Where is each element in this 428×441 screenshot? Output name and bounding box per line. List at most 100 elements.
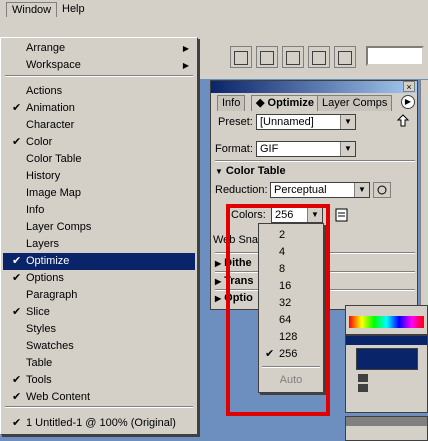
checkmark-icon: ✔	[12, 306, 22, 318]
align-left-button[interactable]	[230, 46, 252, 68]
menu-separator	[5, 75, 193, 77]
tab-layer-comps[interactable]: Layer Comps	[317, 95, 393, 111]
format-label: Format:	[215, 143, 253, 155]
menu-item-label: Image Map	[26, 187, 82, 199]
menu-item-label: Workspace	[26, 59, 81, 71]
optimize-menu-icon[interactable]	[395, 113, 411, 129]
tab-optimize-label: Optimize	[267, 97, 314, 109]
menu-item-label: Color	[26, 136, 53, 148]
reduction-value: Perceptual	[274, 184, 327, 196]
selected-row[interactable]	[356, 348, 418, 370]
checkmark-icon: ✔	[12, 136, 22, 148]
panel-titlebar[interactable]	[211, 81, 417, 93]
checkmark-icon: ✔	[12, 272, 22, 284]
menu-help[interactable]: Help	[57, 2, 90, 17]
collapse-icon: ▶	[215, 294, 222, 303]
checkmark-icon: ✔	[12, 102, 22, 114]
submenu-arrow-icon: ▶	[182, 44, 189, 53]
distribute-icon	[312, 51, 326, 65]
close-icon[interactable]: ×	[403, 81, 415, 92]
app-menubar: Window Help	[0, 0, 428, 20]
expand-icon: ▼	[215, 167, 223, 176]
menu-item-image-map[interactable]: Image Map	[3, 185, 195, 202]
reduction-option-button[interactable]	[373, 182, 391, 198]
align-center-button[interactable]	[256, 46, 278, 68]
preset-select[interactable]: [Unnamed] ▼	[256, 114, 356, 130]
menu-item-label: Tools	[26, 374, 52, 386]
menu-window[interactable]: Window	[6, 2, 58, 17]
colors-info-icon[interactable]	[335, 207, 349, 223]
checkmark-icon: ✔	[12, 255, 22, 267]
menu-item-optimize[interactable]: ✔ Optimize	[3, 253, 195, 270]
menu-item-swatches[interactable]: Swatches	[3, 338, 195, 355]
bottom-panel	[345, 416, 428, 441]
color-ramp[interactable]	[349, 316, 424, 328]
menu-item-label: Options	[26, 272, 64, 284]
menu-item-label: History	[26, 170, 61, 182]
preset-label: Preset:	[218, 116, 253, 128]
distribute-button[interactable]	[308, 46, 330, 68]
web-content-panel	[345, 335, 428, 413]
mini-titlebar	[346, 336, 427, 345]
menu-item-workspace[interactable]: Workspace ▶	[3, 57, 195, 74]
tab-optimize[interactable]: ◆ Optimize	[251, 95, 319, 111]
checkmark-icon: ✔	[12, 374, 22, 386]
menu-item-label: Paragraph	[26, 289, 78, 301]
menu-item-label: Actions	[26, 85, 63, 97]
menu-item-styles[interactable]: Styles	[3, 321, 195, 338]
menu-item-label: Info	[26, 204, 45, 216]
menu-item-label: 1 Untitled-1 @ 100% (Original)	[26, 417, 176, 429]
mini-titlebar	[346, 417, 427, 426]
submenu-arrow-icon: ▶	[182, 61, 189, 70]
active-tab-icon: ◆	[256, 97, 265, 109]
tab-info[interactable]: Info	[217, 95, 246, 111]
menu-item-web-content[interactable]: ✔ Web Content	[3, 389, 195, 406]
menu-item-label: Styles	[26, 323, 56, 335]
menu-item-actions[interactable]: Actions	[3, 83, 195, 100]
menu-item-color[interactable]: ✔ Color	[3, 134, 195, 151]
reduction-select[interactable]: Perceptual ▼	[270, 182, 370, 198]
panel-menu-icon[interactable]: ▶	[401, 95, 415, 109]
menu-item-label: Web Content	[26, 391, 91, 403]
color-table-header[interactable]: ▼ Color Table	[215, 165, 286, 177]
distribute-icon	[338, 51, 352, 65]
collapse-icon: ▶	[215, 277, 222, 286]
menu-item-label: Table	[26, 357, 53, 369]
menu-item-label: Color Table	[26, 153, 82, 165]
align-icon	[286, 51, 300, 65]
menu-item-info[interactable]: Info	[3, 202, 195, 219]
align-right-button[interactable]	[282, 46, 304, 68]
align-icon	[260, 51, 274, 65]
menu-item-history[interactable]: History	[3, 168, 195, 185]
checkmark-icon: ✔	[12, 391, 22, 403]
chevron-down-icon: ▼	[340, 115, 355, 129]
menu-item-layers[interactable]: Layers	[3, 236, 195, 253]
menu-item-options[interactable]: ✔ Options	[3, 270, 195, 287]
format-select[interactable]: GIF ▼	[256, 141, 356, 157]
menu-item-label: Character	[26, 119, 75, 131]
menu-item-label: Layers	[26, 238, 60, 250]
menu-item-paragraph[interactable]: Paragraph	[3, 287, 195, 304]
menu-item-label: Layer Comps	[26, 221, 92, 233]
menu-item-tools[interactable]: ✔ Tools	[3, 372, 195, 389]
slice-icon	[358, 384, 368, 392]
menu-item-arrange[interactable]: Arrange ▶	[3, 40, 195, 57]
menu-item-color-table[interactable]: Color Table	[3, 151, 195, 168]
distribute-button-2[interactable]	[334, 46, 356, 68]
menu-item-table[interactable]: Table	[3, 355, 195, 372]
format-value: GIF	[260, 143, 279, 155]
panel-strip	[420, 80, 428, 305]
options-select[interactable]	[366, 46, 424, 66]
menu-item-animation[interactable]: ✔ Animation	[3, 100, 195, 117]
menu-item-layer-comps[interactable]: Layer Comps	[3, 219, 195, 236]
color-ramp-panel	[345, 305, 428, 335]
menu-item-label: Swatches	[26, 340, 74, 352]
reduction-label: Reduction:	[215, 184, 268, 196]
menu-item-label: Arrange	[26, 42, 66, 54]
menu-item-slice[interactable]: ✔ Slice	[3, 304, 195, 321]
chevron-down-icon: ▼	[354, 183, 369, 197]
menu-item-character[interactable]: Character	[3, 117, 195, 134]
image-map-icon	[358, 374, 368, 382]
menu-item-1-untitled-1-100-original[interactable]: ✔ 1 Untitled-1 @ 100% (Original)	[3, 415, 195, 432]
divider	[215, 160, 415, 162]
